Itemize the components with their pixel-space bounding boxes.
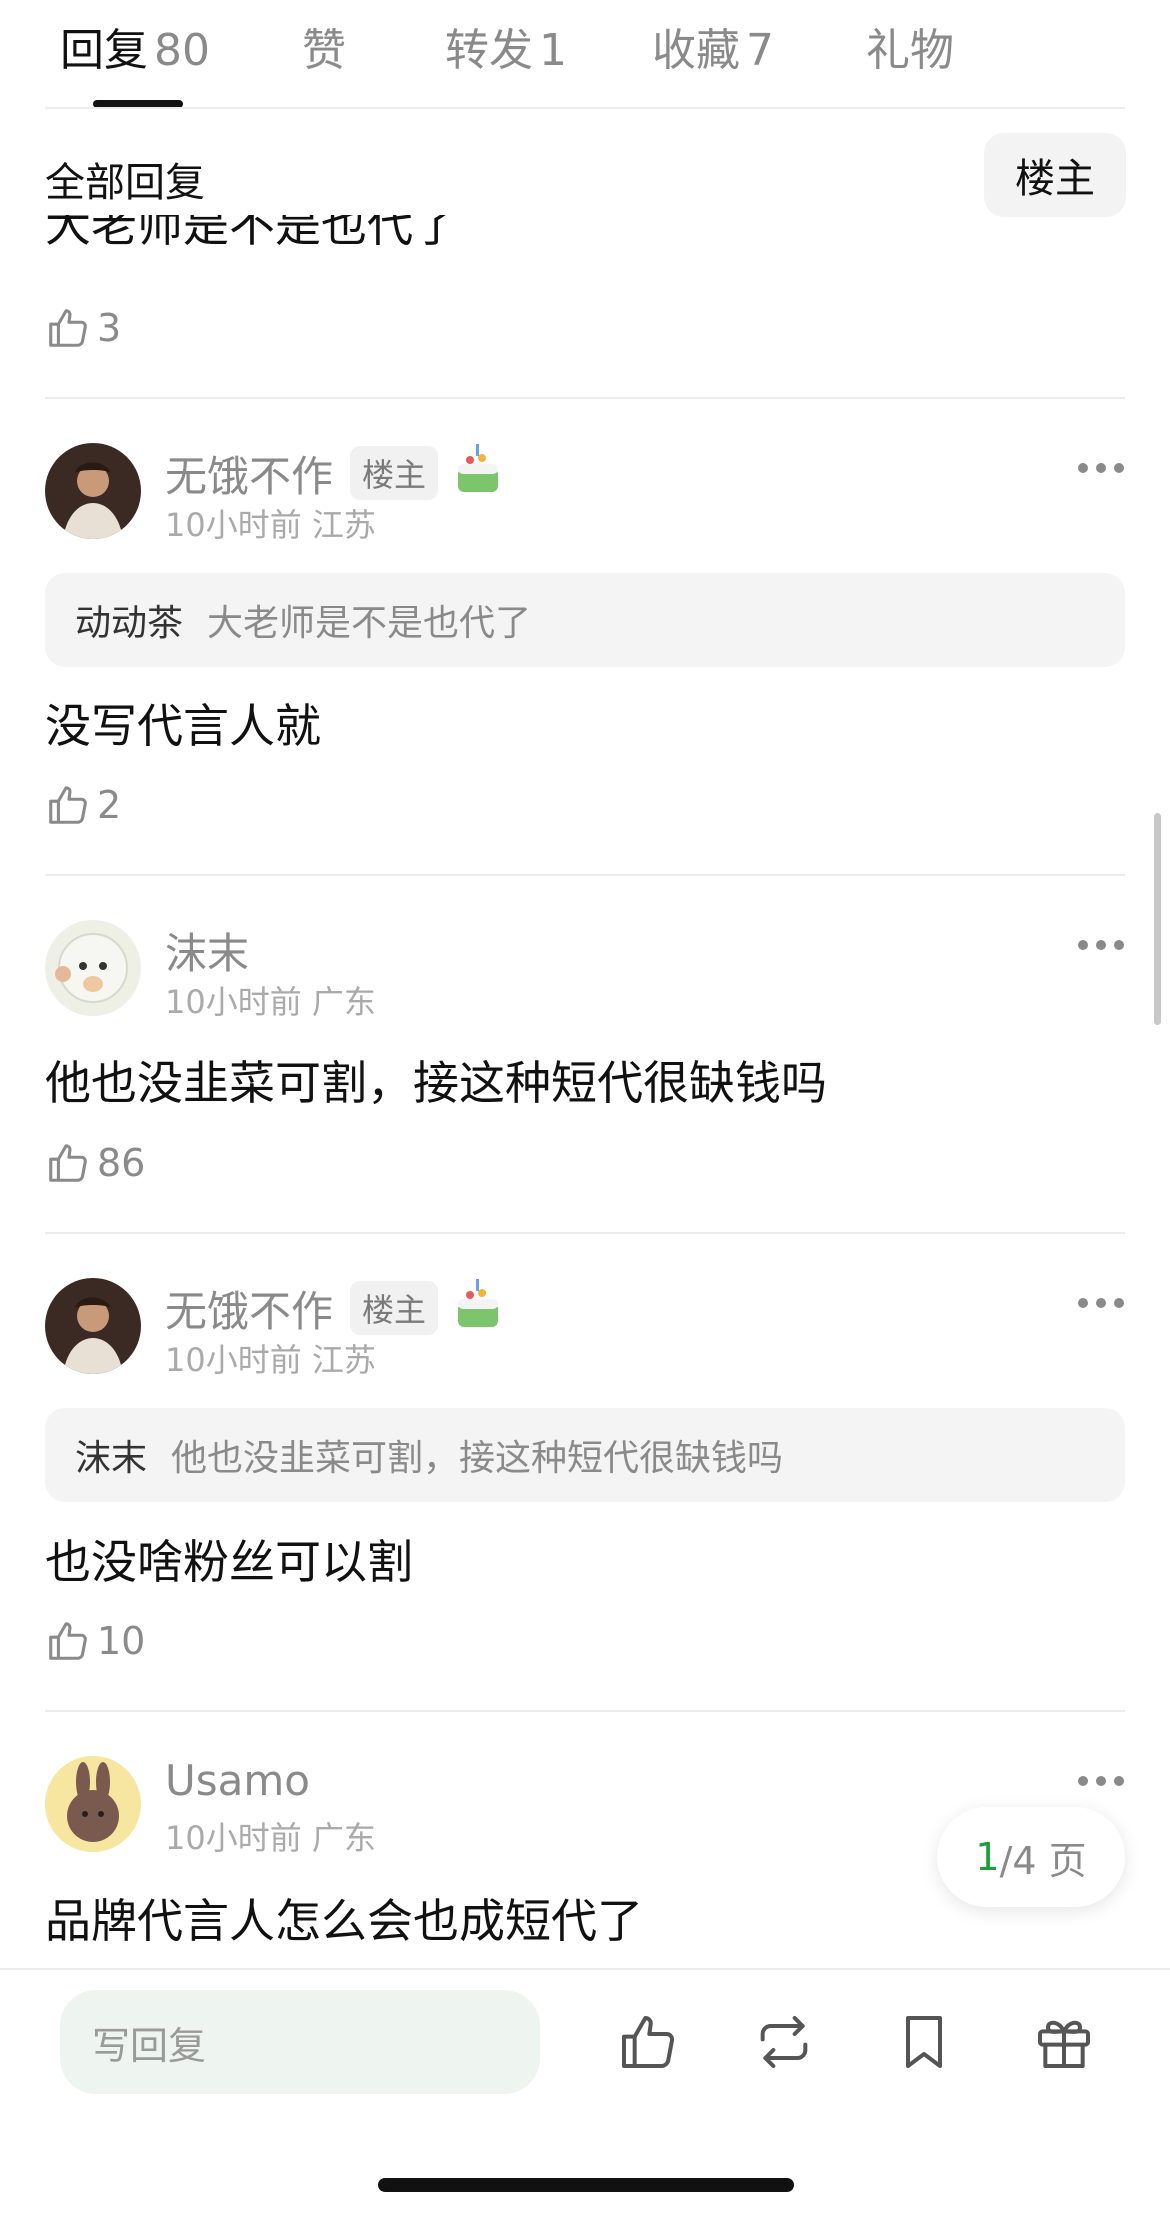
section-title: 全部回复 (45, 160, 205, 206)
tab-gifts-label: 礼物 (866, 25, 954, 76)
tab-reposts[interactable]: 转发 1 (445, 14, 567, 78)
op-badge: 楼主 (350, 1281, 439, 1335)
total-pages: /4 页 (999, 1838, 1087, 1883)
quoted-reply[interactable]: 动动茶 大老师是不是也代了 (45, 573, 1125, 667)
bookmark-icon[interactable] (892, 2010, 956, 2074)
quoted-text: 大老师是不是也代了 (207, 603, 532, 644)
quoted-username: 沫末 (75, 1438, 148, 1479)
tab-favorites-count: 7 (746, 25, 774, 76)
like-button[interactable]: 2 (45, 782, 121, 828)
thumbs-up-icon[interactable] (616, 2010, 680, 2074)
comment-text: 也没啥粉丝可以割 (45, 1535, 413, 1589)
username[interactable]: 无饿不作 (165, 443, 333, 504)
like-count: 2 (97, 783, 122, 827)
comment-divider (45, 1710, 1125, 1712)
avatar[interactable] (45, 1278, 141, 1374)
comment-divider (45, 874, 1125, 876)
page-indicator[interactable]: 1/4 页 (937, 1807, 1125, 1907)
comment-meta: 10小时前 江苏 (165, 506, 376, 544)
tab-gifts[interactable]: 礼物 (866, 14, 954, 78)
comment-meta: 10小时前 江苏 (165, 1341, 376, 1379)
avatar[interactable] (45, 920, 141, 1016)
username[interactable]: 沫末 (165, 920, 249, 981)
tab-favorites[interactable]: 收藏 7 (652, 14, 774, 78)
quoted-username: 动动茶 (75, 603, 184, 644)
comment-meta: 10小时前 广东 (165, 983, 376, 1021)
tab-replies-label: 回复 (60, 25, 148, 76)
like-count: 10 (97, 1619, 146, 1663)
like-count: 3 (97, 306, 122, 350)
reply-input[interactable]: 写回复 (60, 1990, 540, 2094)
tab-replies-count: 80 (154, 25, 210, 76)
more-icon[interactable] (1078, 461, 1126, 475)
scrollbar[interactable] (1154, 813, 1161, 1025)
comment-text: 没写代言人就 (45, 699, 321, 753)
comment-text: 品牌代言人怎么会也成短代了 (45, 1894, 643, 1948)
thumbs-up-icon (49, 309, 87, 347)
cake-icon (458, 444, 498, 492)
home-indicator[interactable] (378, 2178, 794, 2192)
comment-divider (45, 1232, 1125, 1234)
more-icon[interactable] (1078, 938, 1126, 952)
tab-reposts-count: 1 (539, 25, 567, 76)
thumbs-up-icon (49, 1622, 87, 1660)
quoted-reply[interactable]: 沫末 他也没韭菜可割，接这种短代很缺钱吗 (45, 1408, 1125, 1502)
tabs-divider (45, 107, 1125, 109)
repost-icon[interactable] (752, 2010, 816, 2074)
tab-likes-label: 赞 (302, 25, 346, 76)
like-button[interactable]: 3 (45, 305, 121, 351)
more-icon[interactable] (1078, 1774, 1126, 1788)
gift-icon[interactable] (1032, 2010, 1096, 2074)
thumbs-up-icon (49, 1144, 87, 1182)
like-count: 86 (97, 1141, 146, 1185)
current-page: 1 (975, 1835, 1000, 1879)
comment-text: 他也没韭菜可割，接这种短代很缺钱吗 (45, 1056, 827, 1110)
like-button[interactable]: 86 (45, 1140, 145, 1186)
more-icon[interactable] (1078, 1296, 1126, 1310)
tab-likes[interactable]: 赞 (302, 14, 346, 78)
tab-replies[interactable]: 回复 80 (60, 14, 210, 78)
comment-text-partial: 大老师是不是也代了 (45, 215, 459, 252)
tab-favorites-label: 收藏 (652, 25, 740, 76)
op-only-filter-button[interactable]: 楼主 (984, 133, 1126, 217)
like-button[interactable]: 10 (45, 1618, 145, 1664)
thumbs-up-icon (49, 786, 87, 824)
cake-icon (458, 1279, 498, 1327)
op-badge: 楼主 (350, 446, 439, 500)
avatar[interactable] (45, 1756, 141, 1852)
comment-divider (45, 397, 1125, 399)
quoted-text: 他也没韭菜可割，接这种短代很缺钱吗 (171, 1438, 784, 1479)
avatar[interactable] (45, 443, 141, 539)
tab-reposts-label: 转发 (445, 25, 533, 76)
username[interactable]: 无饿不作 (165, 1278, 333, 1339)
comment-meta: 10小时前 广东 (165, 1819, 376, 1857)
username[interactable]: Usamo (165, 1756, 310, 1805)
